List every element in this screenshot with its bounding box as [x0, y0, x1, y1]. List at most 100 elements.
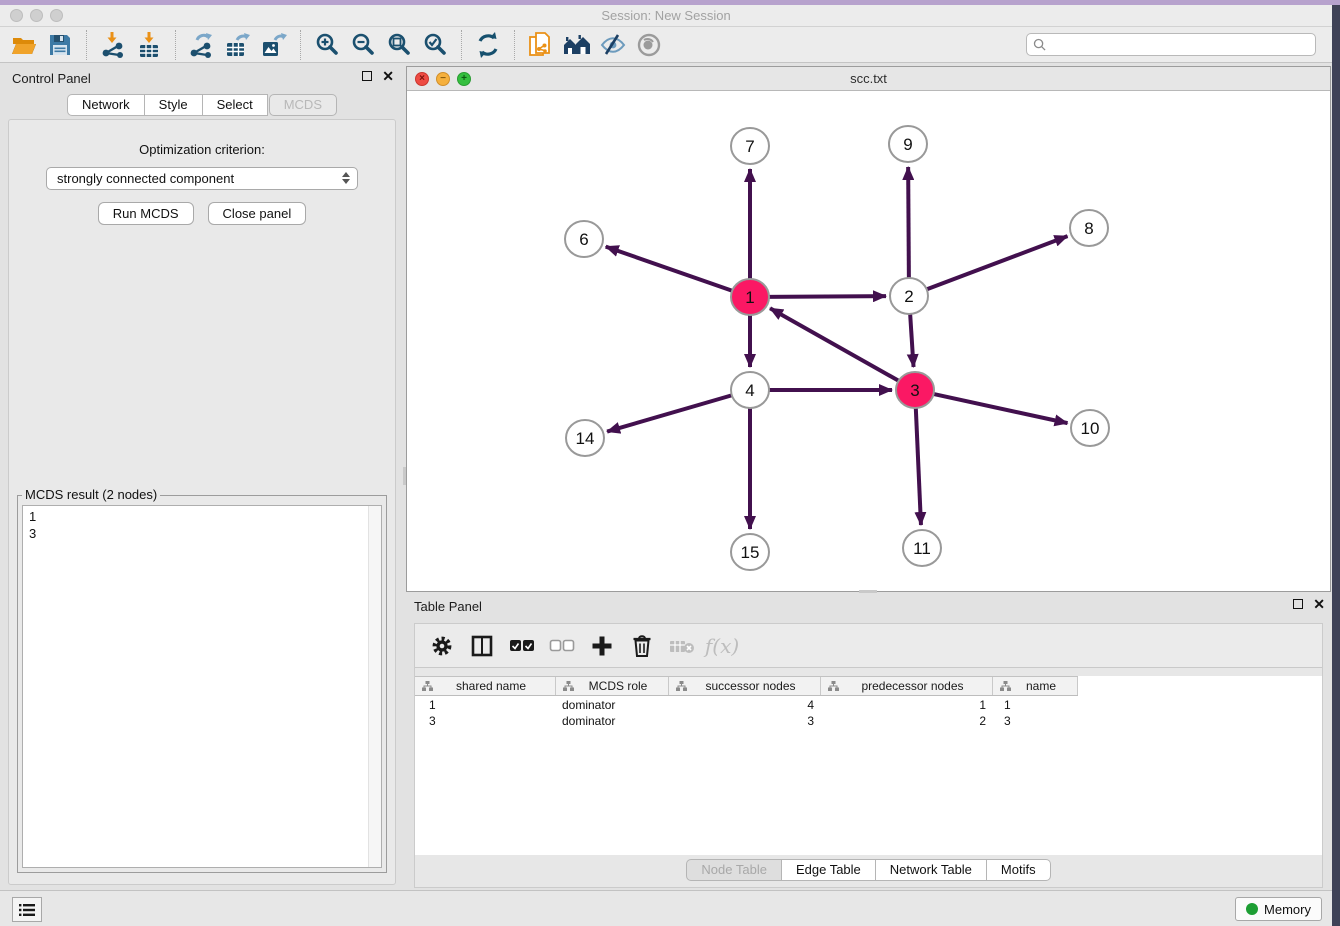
unselect-all-columns-button[interactable]: [545, 629, 579, 663]
memory-status-dot: [1246, 903, 1258, 915]
table-cell[interactable]: 3: [669, 714, 821, 730]
delete-table-icon: [669, 637, 695, 655]
optimization-criterion-select[interactable]: strongly connected component: [46, 167, 358, 190]
table-cell[interactable]: 1: [415, 698, 556, 714]
edge-2-3[interactable]: [910, 313, 913, 367]
node-label: 15: [741, 543, 760, 562]
splitter-handle[interactable]: [859, 590, 877, 593]
column-header-predecessor-nodes[interactable]: predecessor nodes: [821, 677, 993, 695]
export-network-button[interactable]: [184, 29, 220, 61]
graph-node-10[interactable]: 10: [1071, 410, 1109, 446]
control-panel-tab-style[interactable]: Style: [145, 94, 203, 116]
control-panel-tab-select[interactable]: Select: [203, 94, 268, 116]
table-settings-button[interactable]: [425, 629, 459, 663]
mcds-result-list[interactable]: 1 3: [22, 505, 382, 868]
edge-3-11[interactable]: [916, 407, 921, 525]
edge-3-1[interactable]: [770, 308, 900, 381]
zoom-in-button[interactable]: [309, 29, 345, 61]
edge-2-9[interactable]: [908, 167, 909, 279]
graph-node-9[interactable]: 9: [889, 126, 927, 162]
duplicate-network-button[interactable]: [523, 29, 559, 61]
task-history-button[interactable]: [12, 897, 42, 922]
search-input[interactable]: [1050, 38, 1309, 52]
control-panel-tab-mcds[interactable]: MCDS: [269, 94, 337, 116]
select-all-columns-button[interactable]: [505, 629, 539, 663]
close-panel-button[interactable]: Close panel: [208, 202, 307, 225]
edge-2-8[interactable]: [925, 236, 1068, 290]
table-cell[interactable]: dominator: [556, 714, 669, 730]
zoom-selected-button[interactable]: [417, 29, 453, 61]
splitter-handle[interactable]: [403, 467, 406, 485]
show-selection-button[interactable]: [631, 29, 667, 61]
edge-1-6[interactable]: [606, 247, 734, 292]
graph-node-11[interactable]: 11: [903, 530, 941, 566]
hide-selection-button[interactable]: [595, 29, 631, 61]
graph-node-1[interactable]: 1: [731, 279, 769, 315]
export-table-button[interactable]: [220, 29, 256, 61]
column-header-successor-nodes[interactable]: successor nodes: [669, 677, 821, 695]
table-tab-node-table[interactable]: Node Table: [686, 859, 782, 881]
toolbar-separator: [86, 30, 87, 60]
delete-columns-button[interactable]: [625, 629, 659, 663]
graph-node-8[interactable]: 8: [1070, 210, 1108, 246]
import-network-button[interactable]: [95, 29, 131, 61]
table-panel-body: f(x) shared nameMCDS rolesuccessor nodes…: [414, 623, 1323, 888]
node-label: 2: [904, 287, 913, 306]
node-table[interactable]: shared nameMCDS rolesuccessor nodesprede…: [415, 676, 1322, 855]
table-cell[interactable]: 4: [669, 698, 821, 714]
close-panel-icon[interactable]: ✕: [382, 71, 394, 81]
float-panel-icon[interactable]: [362, 71, 372, 81]
home-button[interactable]: [559, 29, 595, 61]
open-session-button[interactable]: [6, 29, 42, 61]
table-tab-network-table[interactable]: Network Table: [876, 859, 987, 881]
graph-node-2[interactable]: 2: [890, 278, 928, 314]
trash-icon: [631, 634, 653, 658]
table-row[interactable]: 3dominator323: [415, 714, 1078, 730]
column-header-mcds-role[interactable]: MCDS role: [556, 677, 669, 695]
table-cell[interactable]: 2: [821, 714, 993, 730]
graph-node-15[interactable]: 15: [731, 534, 769, 570]
import-table-button[interactable]: [131, 29, 167, 61]
control-panel-tab-network[interactable]: Network: [67, 94, 145, 116]
close-panel-icon[interactable]: ✕: [1313, 599, 1325, 609]
node-label: 8: [1084, 219, 1093, 238]
edge-4-14[interactable]: [607, 395, 734, 432]
graph-node-4[interactable]: 4: [731, 372, 769, 408]
main-area: Control Panel ✕ NetworkStyleSelectMCDS O…: [0, 63, 1332, 890]
refresh-view-button[interactable]: [470, 29, 506, 61]
show-columns-button[interactable]: [465, 629, 499, 663]
graph-node-14[interactable]: 14: [566, 420, 604, 456]
save-icon: [48, 33, 72, 57]
zoom-out-button[interactable]: [345, 29, 381, 61]
export-image-button[interactable]: [256, 29, 292, 61]
search-box[interactable]: [1026, 33, 1316, 56]
save-session-button[interactable]: [42, 29, 78, 61]
zoom-fit-button[interactable]: [381, 29, 417, 61]
table-cell[interactable]: 3: [993, 714, 1078, 730]
network-view-window: × − + scc.txt 7968124314101511: [406, 66, 1331, 592]
function-builder-button[interactable]: f(x): [705, 629, 739, 663]
delete-table-button[interactable]: [665, 629, 699, 663]
edge-1-2[interactable]: [767, 296, 886, 297]
graph-node-7[interactable]: 7: [731, 128, 769, 164]
graph-node-3[interactable]: 3: [896, 372, 934, 408]
memory-button[interactable]: Memory: [1235, 897, 1322, 921]
table-row[interactable]: 1dominator411: [415, 698, 1078, 714]
table-cell[interactable]: 1: [993, 698, 1078, 714]
table-cell[interactable]: 3: [415, 714, 556, 730]
create-column-button[interactable]: [585, 629, 619, 663]
column-header-shared-name[interactable]: shared name: [415, 677, 556, 695]
network-canvas[interactable]: 7 9 6 8 1 2 4 3 14 10 15 11: [407, 91, 1330, 591]
table-cell[interactable]: dominator: [556, 698, 669, 714]
graph-node-6[interactable]: 6: [565, 221, 603, 257]
edge-3-10[interactable]: [932, 394, 1068, 424]
table-tab-motifs[interactable]: Motifs: [987, 859, 1051, 881]
column-header-name[interactable]: name: [993, 677, 1078, 695]
run-mcds-button[interactable]: Run MCDS: [98, 202, 194, 225]
list-icon: [19, 903, 35, 917]
result-scrollbar[interactable]: [368, 506, 381, 867]
table-tab-edge-table[interactable]: Edge Table: [782, 859, 876, 881]
node-label: 6: [579, 230, 588, 249]
float-panel-icon[interactable]: [1293, 599, 1303, 609]
table-cell[interactable]: 1: [821, 698, 993, 714]
